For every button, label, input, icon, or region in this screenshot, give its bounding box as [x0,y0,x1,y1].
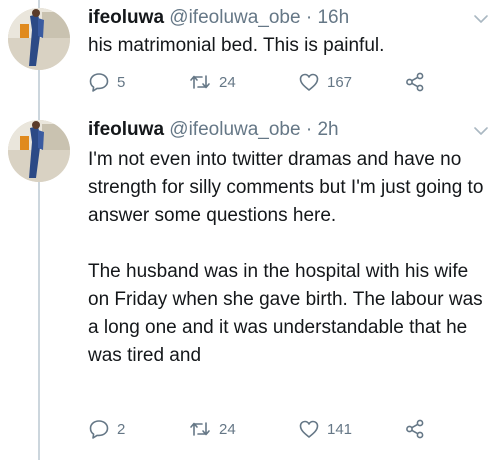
display-name[interactable]: ifeoluwa [88,119,164,140]
retweet-button[interactable]: 24 [188,71,236,93]
avatar[interactable] [8,120,70,182]
retweet-icon [190,422,210,436]
handle[interactable]: @ifeoluwa_obe [169,7,300,28]
reply-button[interactable]: 2 [88,418,125,440]
separator: · [305,119,313,140]
tweet-actions: 5 24 167 [88,71,493,95]
tweet-paragraph: The husband was in the hospital with his… [88,261,483,366]
like-count: 167 [327,73,353,91]
display-name[interactable]: ifeoluwa [88,7,164,28]
like-button[interactable]: 167 [298,71,352,93]
chevron-down-icon[interactable] [472,122,490,140]
retweet-count: 24 [219,420,236,438]
tweet-paragraph: I'm not even into twitter dramas and hav… [88,149,484,226]
handle[interactable]: @ifeoluwa_obe [169,119,300,140]
like-count: 141 [327,420,353,438]
avatar[interactable] [8,8,70,70]
retweet-icon [190,75,210,89]
reply-icon [89,73,109,92]
share-button[interactable] [404,71,426,93]
heart-icon [299,73,319,91]
tweet[interactable]: ifeoluwa @ifeoluwa_obe · 2h I'm not even… [0,112,504,460]
tweet-header: ifeoluwa @ifeoluwa_obe · 16h [88,6,349,30]
timestamp[interactable]: 2h [317,119,338,140]
separator: · [305,7,313,28]
share-icon [406,72,424,92]
like-button[interactable]: 141 [298,418,352,440]
reply-button[interactable]: 5 [88,71,125,93]
tweet[interactable]: ifeoluwa @ifeoluwa_obe · 16h his matrimo… [0,0,504,112]
reply-count: 5 [117,73,126,91]
share-button[interactable] [404,418,426,440]
tweet-actions: 2 24 141 [88,418,493,442]
tweet-text: I'm not even into twitter dramas and hav… [88,146,493,370]
share-icon [406,419,424,439]
tweet-text: his matrimonial bed. This is painful. [88,32,493,60]
reply-count: 2 [117,420,126,438]
retweet-button[interactable]: 24 [188,418,236,440]
heart-icon [299,420,319,438]
chevron-down-icon[interactable] [472,10,490,28]
tweet-paragraph: his matrimonial bed. This is painful. [88,35,385,56]
reply-icon [89,420,109,439]
retweet-count: 24 [219,73,236,91]
tweet-header: ifeoluwa @ifeoluwa_obe · 2h [88,118,339,142]
timestamp[interactable]: 16h [317,7,349,28]
